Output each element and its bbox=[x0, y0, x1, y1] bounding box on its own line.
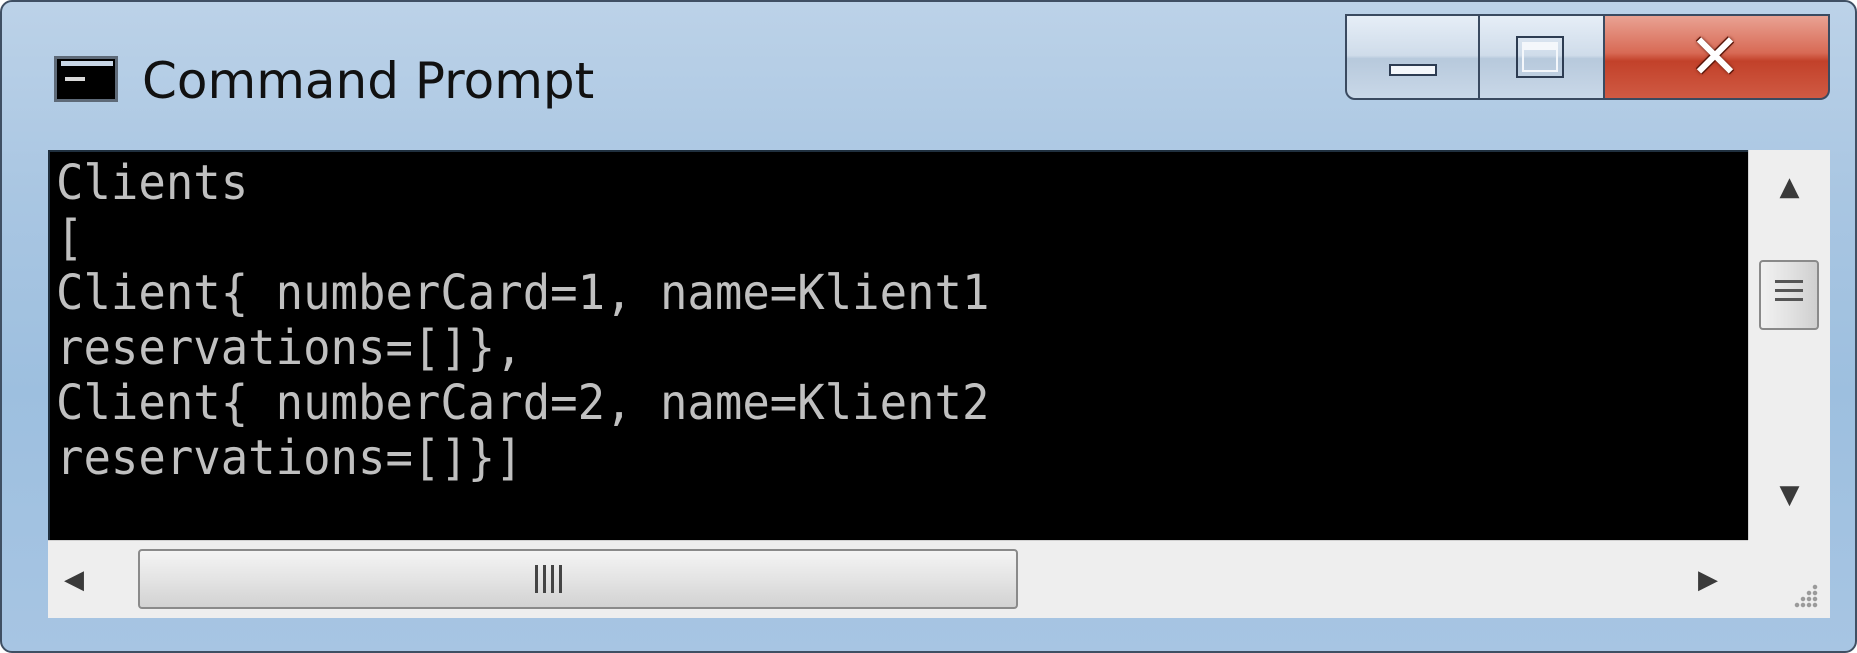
console-line: Client{ numberCard=1, name=Klient1 bbox=[56, 265, 990, 321]
close-icon: ✕ bbox=[1689, 20, 1741, 93]
vertical-scrollbar[interactable]: ▲ ▼ bbox=[1748, 150, 1830, 540]
horizontal-scrollbar[interactable]: ◀ ▶ bbox=[48, 540, 1748, 618]
scroll-left-icon[interactable]: ◀ bbox=[64, 541, 84, 619]
scroll-right-icon[interactable]: ▶ bbox=[1698, 541, 1718, 619]
vertical-scroll-thumb[interactable] bbox=[1759, 260, 1819, 330]
resize-grip[interactable] bbox=[1748, 540, 1830, 618]
maximize-icon bbox=[1516, 36, 1564, 78]
console-output[interactable]: Clients [ Client{ numberCard=1, name=Kli… bbox=[48, 150, 1748, 540]
minimize-icon bbox=[1389, 64, 1437, 76]
cmd-icon[interactable] bbox=[54, 56, 118, 102]
window-controls: ✕ bbox=[1345, 14, 1830, 100]
title-bar[interactable]: Command Prompt ✕ bbox=[2, 2, 1855, 152]
horizontal-scroll-thumb[interactable] bbox=[138, 549, 1018, 609]
scroll-up-icon[interactable]: ▲ bbox=[1749, 170, 1830, 204]
console-line: [ bbox=[56, 210, 84, 266]
grip-icon bbox=[535, 565, 563, 593]
scroll-down-icon[interactable]: ▼ bbox=[1749, 478, 1830, 512]
console-line: Clients bbox=[56, 155, 249, 211]
minimize-button[interactable] bbox=[1345, 14, 1480, 100]
window-title: Command Prompt bbox=[142, 52, 595, 110]
resize-grip-icon bbox=[1794, 584, 1818, 608]
maximize-button[interactable] bbox=[1480, 14, 1605, 100]
command-prompt-window: Command Prompt ✕ Clients [ Client{ numbe… bbox=[0, 0, 1857, 653]
console-line: Client{ numberCard=2, name=Klient2 bbox=[56, 375, 990, 431]
console-line: reservations=[]}, bbox=[56, 320, 523, 376]
console-line: reservations=[]}] bbox=[56, 430, 523, 486]
close-button[interactable]: ✕ bbox=[1605, 14, 1830, 100]
grip-icon bbox=[1775, 280, 1803, 308]
